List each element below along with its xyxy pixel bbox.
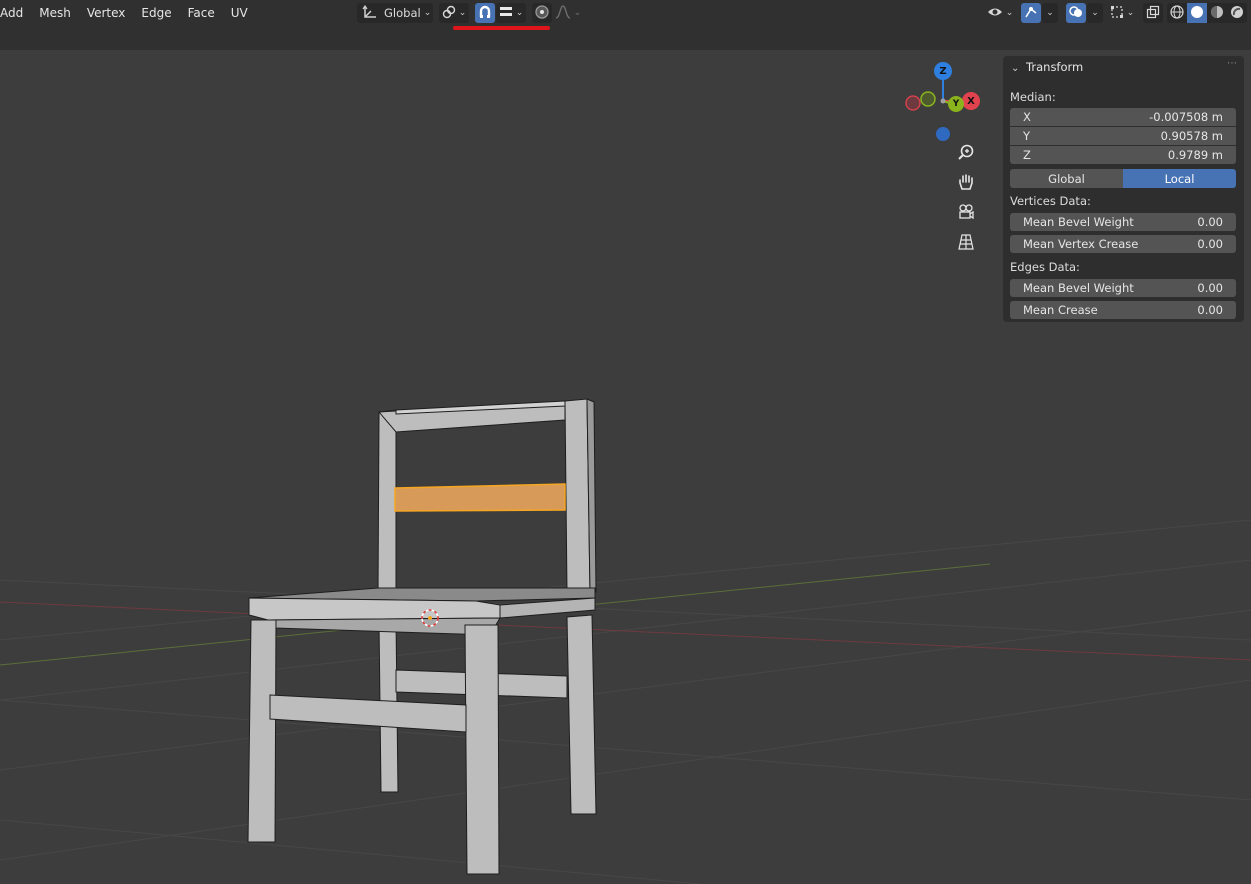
gizmo-x-axis[interactable]: X [962,92,980,110]
gizmo-toggle[interactable] [1021,3,1041,23]
rendered-shading-icon [1230,5,1244,22]
xray-toggle[interactable] [1143,3,1163,23]
pan-button[interactable] [957,173,983,199]
zoom-button[interactable] [957,143,983,169]
snap-increment-icon [499,6,513,21]
navigation-gizmo[interactable]: Z X Y [900,60,990,150]
mean-crease-field[interactable]: Mean Crease 0.00 [1010,301,1236,319]
chevron-down-icon: ⌄ [423,8,432,18]
field-label: Mean Bevel Weight [1023,215,1134,229]
shading-mode-group [1167,3,1247,23]
menu-mesh[interactable]: Mesh [31,0,79,26]
mesh-edit-overlay-dropdown[interactable]: ⌄ [1107,3,1137,23]
median-label: Median: [1010,90,1056,104]
chevron-down-icon: ⌄ [515,8,524,18]
xray-icon [1146,5,1160,22]
chair-mesh [247,398,597,875]
viewport-header: Add Mesh Vertex Edge Face UV Global ⌄ ⌄ [0,0,1251,50]
axis-value: 0.90578 m [1160,129,1223,143]
transform-orientation-dropdown[interactable]: Global ⌄ [357,3,433,23]
orientation-axes-icon [362,4,378,22]
edges-data-label: Edges Data: [1010,260,1080,274]
gizmo-z-axis[interactable]: Z [934,62,952,80]
menu-face[interactable]: Face [180,0,223,26]
drag-handle-icon[interactable]: ⋯ [1227,58,1238,69]
visibility-icon [987,5,1003,22]
chevron-down-icon: ⌄ [1011,63,1020,74]
field-label: Mean Vertex Crease [1023,237,1139,251]
material-shading-icon [1210,5,1224,22]
axis-label: X [1023,110,1031,124]
orientation-label: Global [384,6,421,20]
vertices-data-label: Vertices Data: [1010,194,1091,208]
falloff-dropdown[interactable]: ⌄ [554,3,582,23]
field-value: 0.00 [1197,237,1223,251]
field-value: 0.00 [1197,303,1223,317]
gizmo-y-axis[interactable]: Y [948,96,964,112]
local-space-button[interactable]: Local [1123,169,1236,188]
field-label: Mean Crease [1023,303,1098,317]
axis-label: Z [1023,148,1031,162]
transform-sidebar-panel: ⌄ Transform ⋯ Median: X -0.007508 m Y 0.… [1003,56,1244,322]
menu-uv[interactable]: UV [223,0,256,26]
chevron-down-icon: ⌄ [1005,8,1014,18]
coordinate-space-toggle: Global Local [1010,169,1236,188]
overlay-toggle[interactable] [1066,3,1086,23]
median-y-field[interactable]: Y 0.90578 m [1010,127,1236,145]
chevron-down-icon: ⌄ [573,8,582,18]
gizmo-dropdown[interactable]: ⌄ [1042,3,1058,23]
snap-highlight-underline [453,26,550,30]
selected-face [394,483,566,512]
chevron-down-icon: ⌄ [458,8,467,18]
axis-value: 0.9789 m [1167,148,1223,162]
perspective-toggle-button[interactable] [957,233,983,259]
camera-view-button[interactable] [957,203,983,229]
falloff-curve-icon [555,4,571,22]
pivot-icon [442,5,456,22]
vertex-mean-bevel-weight-field[interactable]: Mean Bevel Weight 0.00 [1010,213,1236,231]
field-value: 0.00 [1197,281,1223,295]
proportional-edit-toggle[interactable] [532,3,552,23]
transform-panel-header[interactable]: ⌄ Transform [1011,60,1083,74]
solid-shading-icon [1190,5,1204,22]
magnet-snap-icon [478,5,492,22]
menu-vertex[interactable]: Vertex [79,0,134,26]
mesh-select-icon [1110,5,1124,22]
pivot-point-dropdown[interactable]: ⌄ [439,3,469,23]
edge-mean-bevel-weight-field[interactable]: Mean Bevel Weight 0.00 [1010,279,1236,297]
chevron-down-icon: ⌄ [1126,8,1135,18]
proportional-edit-icon [535,4,549,22]
wireframe-shading-icon [1170,4,1184,22]
overlay-dropdown[interactable]: ⌄ [1087,3,1103,23]
snap-toggle[interactable] [475,3,495,23]
field-value: 0.00 [1197,215,1223,229]
median-x-field[interactable]: X -0.007508 m [1010,108,1236,126]
overlay-icon [1069,5,1083,22]
chevron-down-icon: ⌄ [1046,8,1054,18]
wireframe-shading-button[interactable] [1167,3,1187,23]
axis-value: -0.007508 m [1149,110,1223,124]
field-label: Mean Bevel Weight [1023,281,1134,295]
edit-mode-menu-bar: Add Mesh Vertex Edge Face UV [0,0,256,26]
menu-add[interactable]: Add [0,0,31,26]
material-shading-button[interactable] [1207,3,1227,23]
panel-title: Transform [1026,60,1084,74]
visibility-dropdown[interactable]: ⌄ [985,3,1015,23]
mean-vertex-crease-field[interactable]: Mean Vertex Crease 0.00 [1010,235,1236,253]
axis-label: Y [1023,129,1031,143]
median-z-field[interactable]: Z 0.9789 m [1010,146,1236,164]
menu-edge[interactable]: Edge [133,0,179,26]
global-space-button[interactable]: Global [1010,169,1123,188]
snap-target-dropdown[interactable]: ⌄ [496,3,526,23]
gizmo-icon [1024,5,1038,22]
chevron-down-icon: ⌄ [1091,8,1099,18]
solid-shading-button[interactable] [1187,3,1207,23]
rendered-shading-button[interactable] [1227,3,1247,23]
